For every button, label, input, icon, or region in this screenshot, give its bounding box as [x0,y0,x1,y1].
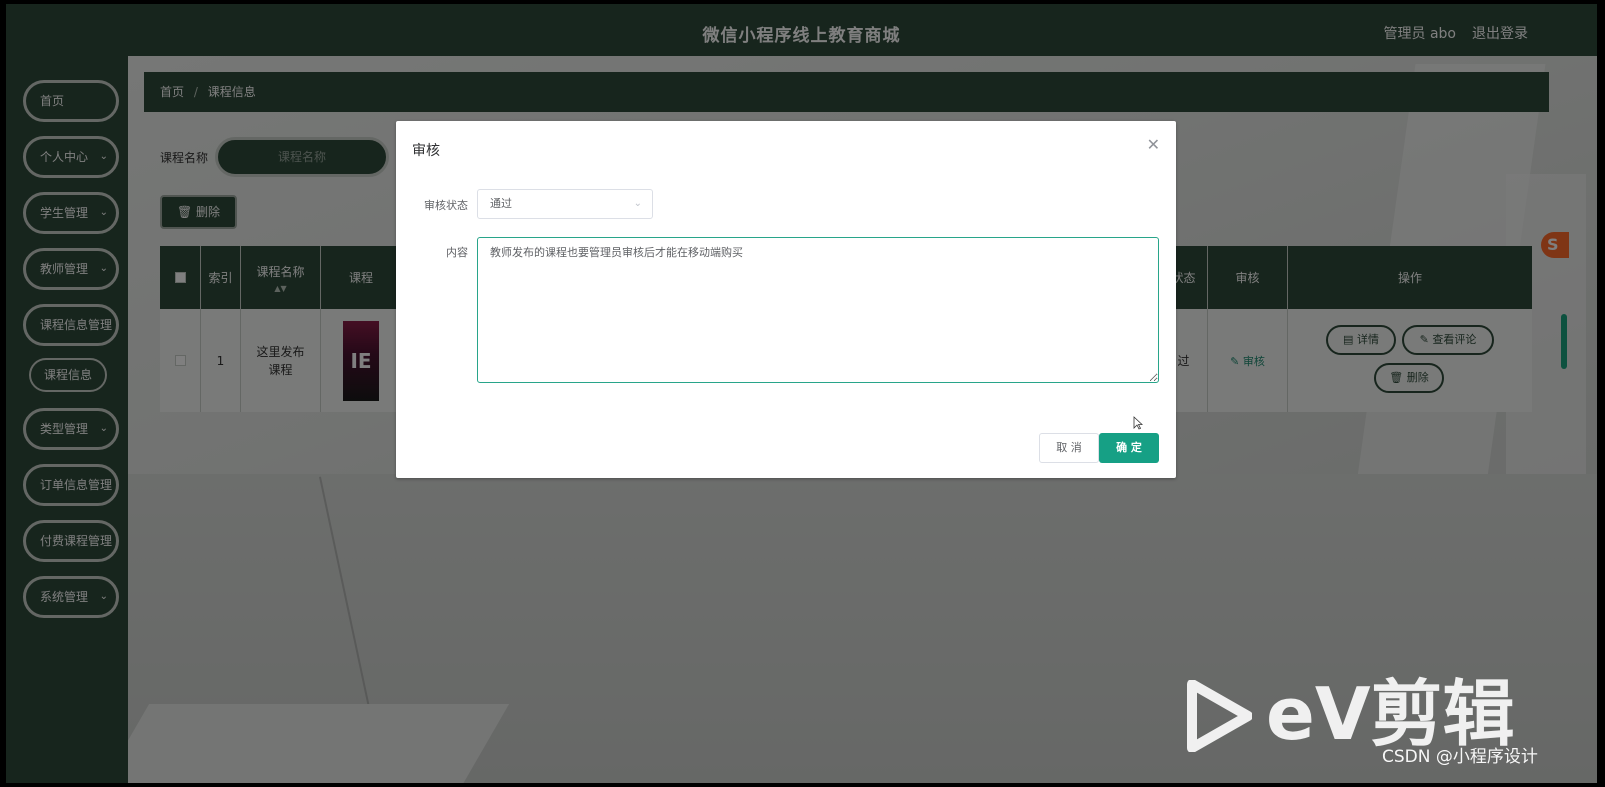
play-logo-icon [1187,680,1252,752]
audit-status-select[interactable]: 通过 ⌄ [477,189,653,219]
confirm-button[interactable]: 确 定 [1099,433,1159,463]
mouse-pointer-icon [1133,416,1143,430]
audit-dialog: 审核 ✕ 审核状态 通过 ⌄ 内容 教师发布的课程也要管理员审核后才能在移动端购… [396,121,1176,478]
chevron-down-icon: ⌄ [633,198,642,209]
audit-status-label: 审核状态 [424,199,468,212]
cancel-button[interactable]: 取 消 [1039,433,1099,463]
audit-status-value: 通过 [490,197,512,210]
content-textarea[interactable]: 教师发布的课程也要管理员审核后才能在移动端购买 [477,237,1159,383]
content-label: 内容 [446,246,468,259]
close-icon[interactable]: ✕ [1147,135,1160,154]
app-window: 微信小程序线上教育商城 管理员 abo 退出登录 首页 个人中心 ⌄ 学生管理 … [6,4,1597,783]
dialog-title: 审核 [412,143,440,159]
watermark-credit: CSDN @小程序设计 [1382,747,1538,767]
